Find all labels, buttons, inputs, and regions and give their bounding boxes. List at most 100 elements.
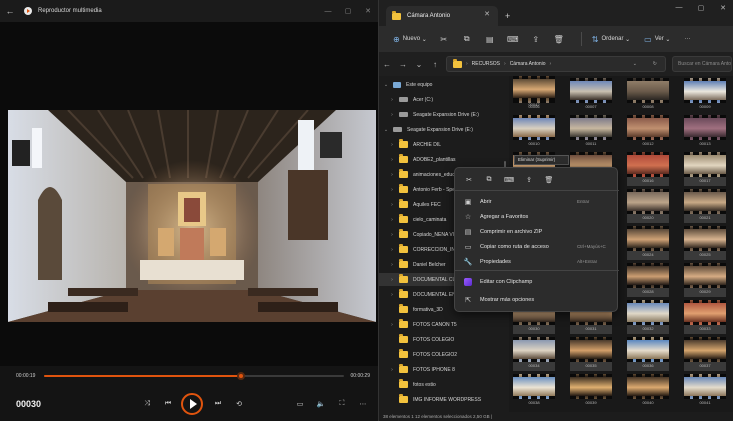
expand-chevron-icon[interactable]: › [389, 262, 395, 268]
breadcrumb-item-recursos[interactable]: RECURSOS [472, 61, 500, 67]
file-thumbnail[interactable]: 00009 [684, 78, 726, 112]
nav-item[interactable]: › FOTOS CANON T5 [379, 318, 507, 331]
context-menu-item[interactable]: 🔧 Propiedades Alt+Entrar [455, 254, 619, 269]
forward-icon[interactable]: → [395, 60, 411, 69]
maximize-icon[interactable]: ▢ [690, 4, 712, 12]
address-bar[interactable]: › RECURSOS › Cámara Antonio › ⌄ ↻ [446, 56, 666, 72]
nav-item[interactable]: FOTOS COLEGIO2 [379, 348, 507, 361]
expand-chevron-icon[interactable]: ⌄ [383, 127, 389, 133]
file-thumbnail[interactable]: 00037 [684, 337, 726, 371]
nav-item[interactable]: ⌄ Este equipo [379, 78, 507, 91]
back-arrow-icon[interactable]: ← [0, 6, 20, 16]
file-thumbnail[interactable]: 00010 [513, 115, 555, 149]
view-button[interactable]: ▭ Ver ⌄ [640, 30, 674, 48]
file-thumbnail[interactable]: 00024 [627, 226, 669, 260]
expand-chevron-icon[interactable]: › [389, 277, 395, 283]
copy-icon[interactable]: ⧉ [460, 30, 474, 48]
nav-item[interactable]: FOTOS COLEGIO [379, 333, 507, 346]
context-menu-item[interactable]: ☆ Agregar a Favoritos [455, 209, 619, 224]
file-thumbnail[interactable]: 00021 [684, 189, 726, 223]
expand-chevron-icon[interactable]: › [389, 97, 395, 103]
expand-chevron-icon[interactable]: › [389, 232, 395, 238]
minimize-icon[interactable]: — [668, 4, 690, 12]
context-menu-item[interactable]: ▣ Abrir Entrar [455, 194, 619, 209]
file-thumbnail[interactable]: 00011 [570, 115, 612, 149]
rename-icon[interactable]: ⌨ [501, 174, 517, 186]
file-thumbnail[interactable]: 00041 [684, 374, 726, 408]
nav-item[interactable]: › ADOBE2_plantillas [379, 153, 507, 166]
rename-icon[interactable]: ⌨ [506, 30, 520, 48]
new-button[interactable]: ⊕ Nuevo ⌄ [389, 30, 431, 48]
file-thumbnail[interactable]: 00040 [627, 374, 669, 408]
refresh-icon[interactable]: ↻ [653, 61, 657, 67]
tab-camara-antonio[interactable]: Cámara Antonio ✕ [386, 6, 498, 26]
video-frame[interactable] [8, 110, 376, 322]
context-menu-item[interactable]: ⇱ Mostrar más opciones [455, 292, 619, 307]
expand-chevron-icon[interactable]: › [389, 187, 395, 193]
file-thumbnail[interactable]: 00020 [627, 189, 669, 223]
more-icon[interactable]: ⋯ [355, 396, 371, 412]
context-menu-item[interactable]: Editar con Clipchamp [455, 274, 619, 289]
expand-chevron-icon[interactable]: › [389, 172, 395, 178]
nav-item[interactable]: › FOTOS IPHONE 8 [379, 363, 507, 376]
file-thumbnail[interactable]: 00007 [570, 78, 612, 112]
delete-icon[interactable]: 🗑 [552, 30, 566, 48]
expand-chevron-icon[interactable]: › [389, 202, 395, 208]
nav-item[interactable]: IMG INFORME WORDPRESS [379, 393, 507, 406]
file-thumbnail[interactable]: 00012 [627, 115, 669, 149]
minimize-icon[interactable]: — [318, 0, 338, 22]
recent-icon[interactable]: ⌄ [411, 60, 427, 69]
expand-chevron-icon[interactable]: › [389, 142, 395, 148]
expand-chevron-icon[interactable]: › [389, 112, 395, 118]
shuffle-icon[interactable]: ⤨ [139, 396, 155, 412]
close-icon[interactable]: ✕ [358, 0, 378, 22]
share-icon[interactable]: ⇪ [529, 30, 543, 48]
next-icon[interactable]: ⏭ [210, 396, 226, 412]
file-thumbnail[interactable]: 00028 [627, 263, 669, 297]
expand-chevron-icon[interactable]: › [389, 157, 395, 163]
search-input[interactable]: Buscar en Cámara Antonio [672, 56, 732, 72]
copy-icon[interactable]: ⧉ [481, 174, 497, 186]
nav-item[interactable]: ⌄ Seagate Expansion Drive (E:) [379, 123, 507, 136]
repeat-icon[interactable]: ⟲ [231, 396, 247, 412]
new-tab-icon[interactable]: + [505, 11, 510, 21]
expand-chevron-icon[interactable]: › [389, 322, 395, 328]
seek-thumb[interactable] [236, 372, 245, 380]
breadcrumb-item-camara[interactable]: Cámara Antonio [510, 61, 546, 67]
file-thumbnail[interactable]: 00013 [684, 115, 726, 149]
file-thumbnail[interactable]: 00017 [684, 152, 726, 186]
file-thumbnail[interactable]: 00029 [684, 263, 726, 297]
play-button[interactable] [181, 393, 203, 415]
expand-chevron-icon[interactable]: › [389, 292, 395, 298]
cut-icon[interactable]: ✂ [437, 30, 451, 48]
file-thumbnail[interactable]: 00025 [684, 226, 726, 260]
cut-icon[interactable]: ✂ [461, 174, 477, 186]
file-thumbnail[interactable]: 00039 [570, 374, 612, 408]
context-menu-item[interactable]: ▭ Copiar como ruta de acceso Ctrl+Mayús+C [455, 239, 619, 254]
file-thumbnail[interactable]: 00038 [513, 374, 555, 408]
seek-bar[interactable] [44, 372, 344, 380]
volume-icon[interactable]: 🔈 [313, 396, 329, 412]
previous-icon[interactable]: ⏮ [160, 396, 176, 412]
context-menu-item[interactable]: ▤ Comprimir en archivo ZIP [455, 224, 619, 239]
expand-chevron-icon[interactable]: › [389, 367, 395, 373]
close-icon[interactable]: ✕ [712, 4, 733, 12]
share-icon[interactable]: ⇪ [521, 174, 537, 186]
delete-icon[interactable]: 🗑 [541, 174, 557, 186]
expand-chevron-icon[interactable]: › [389, 217, 395, 223]
miniplayer-icon[interactable]: ▭ [292, 396, 308, 412]
paste-icon[interactable]: ▤ [483, 30, 497, 48]
nav-item[interactable]: › Seagate Expansion Drive (E:) [379, 108, 507, 121]
up-icon[interactable]: ↑ [427, 60, 443, 69]
expand-chevron-icon[interactable]: › [389, 247, 395, 253]
file-thumbnail[interactable]: 00034 [513, 337, 555, 371]
nav-item[interactable]: › ARCHIE DIL [379, 138, 507, 151]
file-thumbnail[interactable]: 00033 [684, 300, 726, 334]
maximize-icon[interactable]: ▢ [338, 0, 358, 22]
file-thumbnail[interactable]: 00008 [627, 78, 669, 112]
nav-item[interactable]: fotos estio [379, 378, 507, 391]
file-thumbnail[interactable]: 00042 [513, 76, 555, 110]
back-icon[interactable]: ← [379, 60, 395, 69]
tab-close-icon[interactable]: ✕ [484, 10, 490, 18]
see-more-button[interactable]: ··· [680, 30, 694, 48]
